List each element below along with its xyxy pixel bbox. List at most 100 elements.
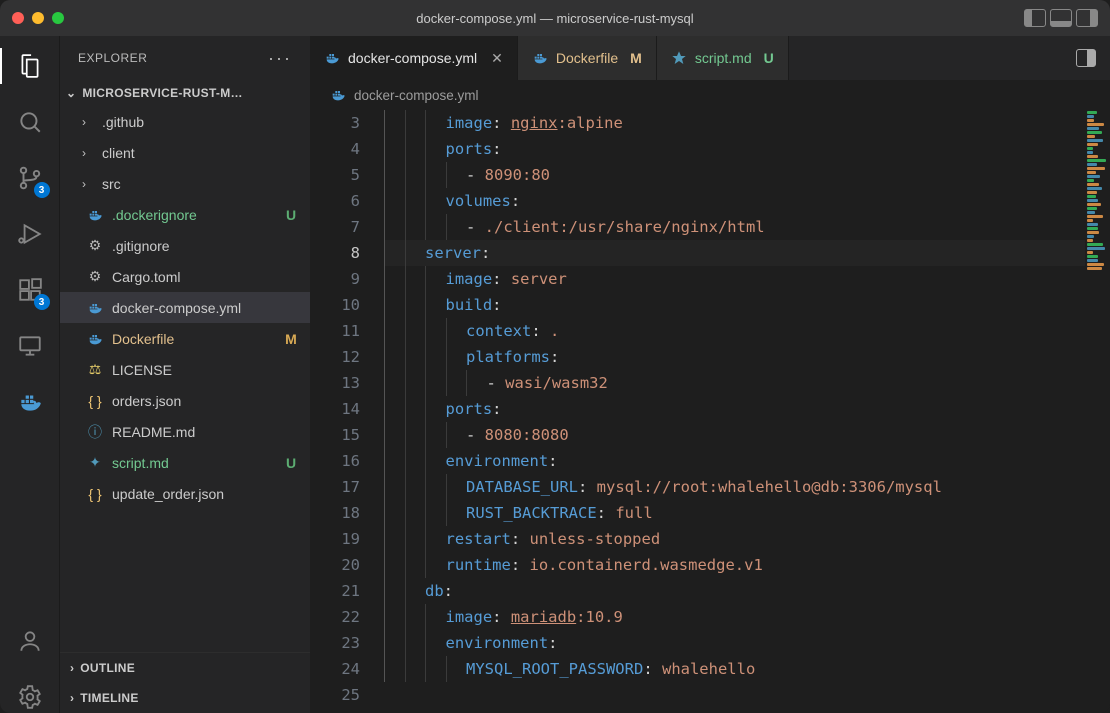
sidebar: EXPLORER ··· ⌄ MICROSERVICE-RUST-M… ›.gi… — [60, 36, 310, 713]
editor-tab[interactable]: DockerfileM — [518, 36, 657, 80]
minimap-line — [1087, 167, 1105, 170]
app-window: docker-compose.yml — microservice-rust-m… — [0, 0, 1110, 713]
file-icon — [86, 331, 104, 347]
activity-bar: 3 3 — [0, 36, 60, 713]
minimap-line — [1087, 251, 1093, 254]
line-number: 13 — [310, 370, 360, 396]
code-line[interactable]: environment: — [384, 630, 1110, 656]
file-icon: ⚖ — [86, 361, 104, 378]
sidebar-outline-toggle[interactable]: › OUTLINE — [60, 653, 310, 683]
activity-run-debug-icon[interactable] — [14, 218, 46, 250]
folder-label: src — [102, 176, 300, 192]
chevron-right-icon: › — [70, 691, 74, 705]
line-number: 19 — [310, 526, 360, 552]
code-line[interactable]: runtime: io.containerd.wasmedge.v1 — [384, 552, 1110, 578]
tab-label: Dockerfile — [556, 50, 618, 66]
folder-row[interactable]: › src — [60, 168, 310, 199]
chevron-right-icon: › — [82, 177, 94, 191]
code-line[interactable]: image: nginx:alpine — [384, 110, 1110, 136]
editor-tab[interactable]: docker-compose.yml✕ — [310, 36, 518, 80]
editor-tabs: docker-compose.yml✕DockerfileMscript.mdU — [310, 36, 1110, 80]
code-line[interactable]: image: server — [384, 266, 1110, 292]
line-number: 23 — [310, 630, 360, 656]
folder-row[interactable]: ›.github — [60, 106, 310, 137]
code-content[interactable]: image: nginx:alpineports:- 8090:80volume… — [380, 110, 1110, 713]
activity-settings-icon[interactable] — [14, 681, 46, 713]
sidebar-more-icon[interactable]: ··· — [268, 48, 292, 69]
code-line[interactable]: - ./client:/usr/share/nginx/html — [384, 214, 1110, 240]
whale-icon — [532, 50, 548, 66]
file-label: script.md — [112, 455, 274, 471]
toggle-panel-icon[interactable] — [1050, 9, 1072, 27]
file-label: Dockerfile — [112, 331, 274, 347]
minimap-line — [1087, 235, 1094, 238]
activity-remote-icon[interactable] — [14, 330, 46, 362]
file-row[interactable]: ⚖LICENSE — [60, 354, 310, 385]
breadcrumb[interactable]: docker-compose.yml — [310, 80, 1110, 110]
minimize-window-icon[interactable] — [32, 12, 44, 24]
close-tab-icon[interactable]: ✕ — [491, 50, 503, 67]
code-editor[interactable]: 345678910111213141516171819202122232425 … — [310, 110, 1110, 713]
toggle-secondary-sidebar-icon[interactable] — [1076, 9, 1098, 27]
git-status-badge: M — [282, 331, 300, 347]
file-tree[interactable]: ›.github›client › src .dockerignoreU⚙.gitig… — [60, 106, 310, 652]
minimap-line — [1087, 155, 1098, 158]
code-line[interactable]: - 8080:8080 — [384, 422, 1110, 448]
activity-docker-icon[interactable] — [14, 386, 46, 418]
code-line[interactable]: server: — [384, 240, 1110, 266]
line-number: 20 — [310, 552, 360, 578]
code-line[interactable]: db: — [384, 578, 1110, 604]
toggle-sidebar-icon[interactable] — [1024, 9, 1046, 27]
git-status-badge: U — [282, 455, 300, 471]
file-row[interactable]: ✦script.mdU — [60, 447, 310, 478]
minimap-line — [1087, 267, 1102, 270]
file-row[interactable]: ⓘREADME.md — [60, 416, 310, 447]
line-number: 7 — [310, 214, 360, 240]
code-line[interactable]: restart: unless-stopped — [384, 526, 1110, 552]
maximize-window-icon[interactable] — [52, 12, 64, 24]
code-line[interactable]: RUST_BACKTRACE: full — [384, 500, 1110, 526]
code-line[interactable]: - 8090:80 — [384, 162, 1110, 188]
folder-row[interactable]: ›client — [60, 137, 310, 168]
file-row[interactable]: { }update_order.json — [60, 478, 310, 509]
file-row[interactable]: .dockerignoreU — [60, 199, 310, 230]
close-window-icon[interactable] — [12, 12, 24, 24]
file-row[interactable]: ⚙.gitignore — [60, 230, 310, 261]
line-number: 5 — [310, 162, 360, 188]
code-line[interactable]: ports: — [384, 396, 1110, 422]
minimap-line — [1087, 151, 1093, 154]
code-line[interactable]: environment: — [384, 448, 1110, 474]
code-line[interactable] — [384, 682, 1110, 708]
file-icon: ⚙ — [86, 237, 104, 254]
activity-explorer-icon[interactable] — [14, 50, 46, 82]
code-line[interactable]: context: . — [384, 318, 1110, 344]
minimap-line — [1087, 179, 1094, 182]
code-line[interactable]: DATABASE_URL: mysql://root:whalehello@db… — [384, 474, 1110, 500]
line-number: 18 — [310, 500, 360, 526]
timeline-label: TIMELINE — [80, 691, 138, 705]
code-line[interactable]: MYSQL_ROOT_PASSWORD: whalehello — [384, 656, 1110, 682]
editor-tab[interactable]: script.mdU — [657, 36, 789, 80]
file-row[interactable]: Dockerfile M — [60, 323, 310, 354]
code-line[interactable]: volumes: — [384, 188, 1110, 214]
code-line[interactable]: - wasi/wasm32 — [384, 370, 1110, 396]
code-line[interactable]: ports: — [384, 136, 1110, 162]
split-editor-icon[interactable] — [1076, 49, 1096, 67]
file-row[interactable]: docker-compose.yml — [60, 292, 310, 323]
activity-search-icon[interactable] — [14, 106, 46, 138]
activity-accounts-icon[interactable] — [14, 625, 46, 657]
code-line[interactable]: platforms: — [384, 344, 1110, 370]
sidebar-project-toggle[interactable]: ⌄ MICROSERVICE-RUST-M… — [60, 80, 310, 106]
code-line[interactable]: image: mariadb:10.9 — [384, 604, 1110, 630]
sidebar-timeline-toggle[interactable]: › TIMELINE — [60, 683, 310, 713]
minimap-line — [1087, 231, 1099, 234]
file-row[interactable]: ⚙Cargo.toml — [60, 261, 310, 292]
minimap[interactable] — [1085, 110, 1110, 713]
chevron-right-icon: › — [70, 661, 74, 675]
activity-source-control-icon[interactable]: 3 — [14, 162, 46, 194]
file-row[interactable]: { }orders.json — [60, 385, 310, 416]
activity-extensions-icon[interactable]: 3 — [14, 274, 46, 306]
file-icon: { } — [86, 486, 104, 502]
code-line[interactable]: build: — [384, 292, 1110, 318]
file-icon — [86, 207, 104, 223]
